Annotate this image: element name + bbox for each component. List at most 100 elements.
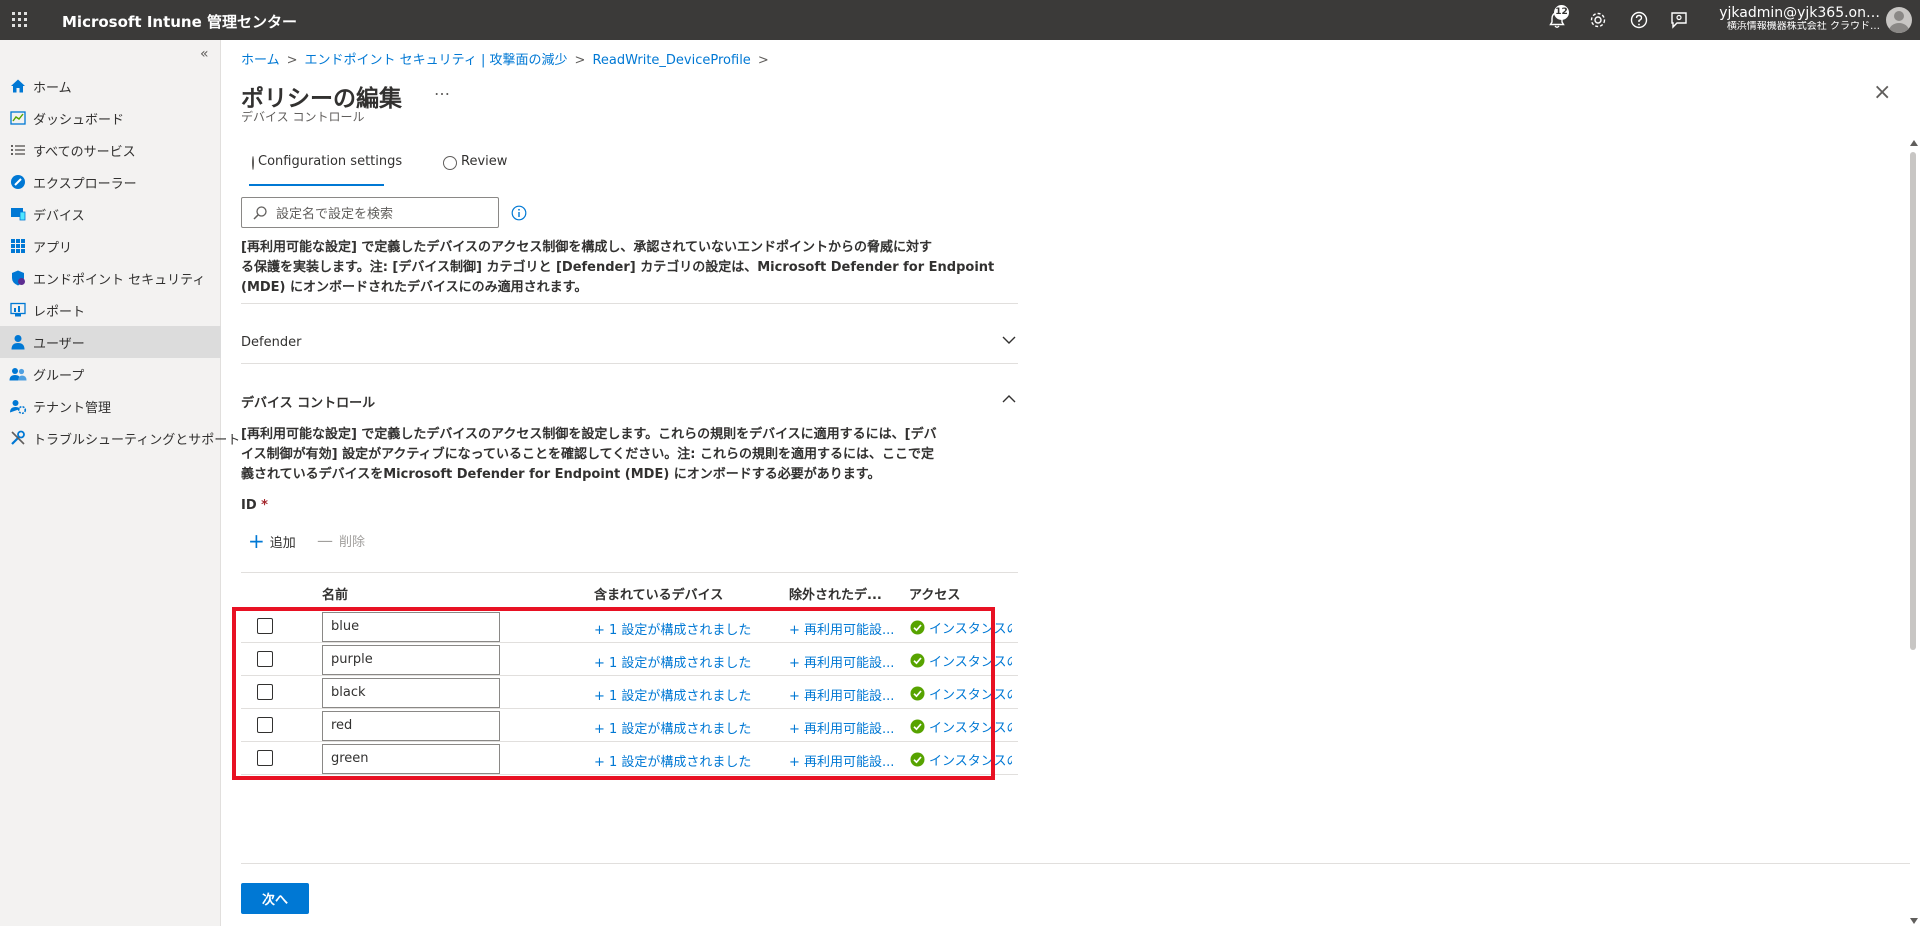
tab-configuration-settings[interactable]: Configuration settings bbox=[249, 154, 402, 186]
breadcrumb-profile[interactable]: ReadWrite_DeviceProfile bbox=[592, 53, 750, 68]
app-launcher-icon[interactable] bbox=[12, 12, 28, 28]
id-field-label: ID * bbox=[241, 498, 268, 513]
sidebar-item-tenant-admin[interactable]: テナント管理 bbox=[0, 390, 221, 422]
sidebar-item-label: レポート bbox=[33, 304, 86, 320]
chevron-down-icon bbox=[1000, 331, 1018, 353]
breadcrumb-endpoint-security[interactable]: エンドポイント セキュリティ | 攻撃面の減少 bbox=[305, 53, 568, 68]
device-control-description: [再利用可能な設定] で定義したデバイスのアクセス制御を設定します。これらの規則… bbox=[241, 425, 1021, 485]
top-bar: Microsoft Intune 管理センター 12 yjkadmin@yjk3… bbox=[0, 0, 1920, 40]
sidebar-item-label: エクスプローラー bbox=[33, 176, 137, 192]
sidebar-item-label: テナント管理 bbox=[33, 400, 112, 416]
sidebar-item-dashboard[interactable]: ダッシュボード bbox=[0, 102, 221, 134]
sidebar-item-label: ユーザー bbox=[33, 336, 85, 352]
search-placeholder: 設定名で設定を検索 bbox=[276, 207, 394, 222]
sidebar-item-label: すべてのサービス bbox=[33, 144, 136, 160]
tenant-gear-icon bbox=[9, 397, 27, 415]
tab-label: Configuration settings bbox=[258, 154, 403, 169]
shield-icon bbox=[9, 269, 27, 287]
delete-label: 削除 bbox=[339, 535, 366, 550]
device-icon bbox=[9, 205, 27, 223]
sidebar-item-label: トラブルシューティングとサポート bbox=[33, 432, 241, 448]
apps-grid-icon bbox=[9, 237, 27, 255]
scroll-down-arrow[interactable] bbox=[1910, 918, 1918, 924]
page-subtitle: デバイス コントロール bbox=[241, 110, 365, 124]
sidebar: « ホーム ダッシュボード すべてのサービス エクスプローラー デバイス アプリ… bbox=[0, 40, 240, 926]
highlight-box bbox=[232, 607, 995, 780]
sidebar-item-label: グループ bbox=[33, 368, 85, 384]
main-content: ホーム > エンドポイント セキュリティ | 攻撃面の減少 > ReadWrite_De… bbox=[221, 40, 1920, 926]
delete-button[interactable]: — 削除 bbox=[317, 531, 365, 550]
sidebar-item-groups[interactable]: グループ bbox=[0, 358, 221, 390]
sidebar-item-explorer[interactable]: エクスプローラー bbox=[0, 166, 221, 198]
portal-title[interactable]: Microsoft Intune 管理センター bbox=[62, 11, 297, 32]
sidebar-item-reports[interactable]: レポート bbox=[0, 294, 221, 326]
account-info[interactable]: yjkadmin@yjk365.on… 横浜情報機器株式会社 クラウド… bbox=[1718, 5, 1880, 33]
plus-icon: + bbox=[248, 529, 265, 553]
next-button[interactable]: 次へ bbox=[241, 883, 309, 914]
user-icon bbox=[9, 333, 27, 351]
account-user: yjkadmin@yjk365.on… bbox=[1719, 5, 1880, 21]
tab-review[interactable]: Review bbox=[443, 154, 507, 186]
footer-divider bbox=[241, 863, 1910, 864]
account-org: 横浜情報機器株式会社 クラウド… bbox=[1726, 21, 1880, 33]
notification-count-badge: 12 bbox=[1554, 5, 1569, 20]
feedback-icon[interactable] bbox=[1668, 9, 1690, 31]
more-options-icon[interactable]: … bbox=[434, 80, 450, 99]
help-question-icon[interactable] bbox=[1628, 9, 1650, 31]
settings-search-input[interactable]: 設定名で設定を検索 bbox=[241, 197, 499, 228]
sidebar-item-label: ホーム bbox=[33, 80, 72, 96]
id-label-text: ID bbox=[241, 498, 257, 513]
col-header-access[interactable]: アクセス bbox=[909, 584, 960, 603]
dashboard-icon bbox=[9, 109, 27, 127]
close-icon[interactable]: × bbox=[1873, 80, 1891, 105]
col-header-name[interactable]: 名前 bbox=[322, 584, 348, 603]
desc-line: 義されているデバイスをMicrosoft Defender for Endpoi… bbox=[241, 467, 881, 482]
col-header-included[interactable]: 含まれているデバイス bbox=[594, 584, 723, 603]
divider bbox=[241, 363, 1018, 364]
intro-line: (MDE) にオンボードされたデバイスにのみ適用されます。 bbox=[241, 280, 588, 295]
required-marker: * bbox=[261, 498, 268, 513]
section-defender-header[interactable]: Defender bbox=[241, 327, 1018, 357]
sidebar-item-all-services[interactable]: すべてのサービス bbox=[0, 134, 221, 166]
divider bbox=[241, 303, 1018, 304]
home-icon bbox=[9, 77, 27, 95]
wrench-icon bbox=[9, 429, 27, 447]
settings-gear-icon[interactable] bbox=[1587, 9, 1609, 31]
section-device-control-header[interactable]: デバイス コントロール bbox=[241, 386, 1018, 416]
search-icon bbox=[253, 205, 267, 220]
intro-line: る保護を実装します。注: [デバイス制御] カテゴリと [Defender] カ… bbox=[241, 260, 995, 275]
step-radio-icon bbox=[443, 156, 457, 170]
intro-description: [再利用可能な設定] で定義したデバイスのアクセス制御を構成し、承認されていない… bbox=[241, 238, 1021, 298]
add-button[interactable]: + 追加 bbox=[248, 531, 296, 551]
sidebar-item-devices[interactable]: デバイス bbox=[0, 198, 221, 230]
sidebar-item-home[interactable]: ホーム bbox=[0, 70, 221, 102]
vertical-scrollbar[interactable] bbox=[1910, 152, 1916, 650]
explorer-icon bbox=[9, 173, 27, 191]
minus-icon: — bbox=[317, 531, 333, 550]
sidebar-item-troubleshooting[interactable]: トラブルシューティングとサポート bbox=[0, 422, 240, 454]
sidebar-item-label: ダッシュボード bbox=[33, 112, 125, 128]
avatar[interactable] bbox=[1886, 7, 1912, 33]
section-defender-title: Defender bbox=[241, 334, 302, 350]
sidebar-item-users[interactable]: ユーザー bbox=[0, 326, 221, 358]
sidebar-item-label: エンドポイント セキュリティ bbox=[33, 272, 206, 288]
info-icon[interactable] bbox=[511, 205, 527, 221]
list-icon bbox=[9, 141, 27, 159]
scroll-up-arrow[interactable] bbox=[1910, 140, 1918, 146]
tab-label: Review bbox=[461, 154, 508, 169]
sidebar-item-label: デバイス bbox=[33, 208, 85, 224]
col-header-excluded[interactable]: 除外されたデ... bbox=[789, 584, 882, 603]
sidebar-item-apps[interactable]: アプリ bbox=[0, 230, 221, 262]
report-icon bbox=[9, 301, 27, 319]
add-label: 追加 bbox=[269, 535, 296, 551]
table-header: 名前 含まれているデバイス 除外されたデ... アクセス bbox=[241, 572, 1018, 610]
chevron-up-icon bbox=[1000, 390, 1018, 412]
group-icon bbox=[9, 365, 27, 383]
section-device-control-title: デバイス コントロール bbox=[241, 395, 376, 411]
collapse-sidebar-icon[interactable]: « bbox=[200, 46, 209, 62]
intro-line: [再利用可能な設定] で定義したデバイスのアクセス制御を構成し、承認されていない… bbox=[241, 240, 932, 255]
breadcrumb-home[interactable]: ホーム bbox=[241, 53, 280, 68]
sidebar-item-label: アプリ bbox=[33, 240, 73, 256]
desc-line: [再利用可能な設定] で定義したデバイスのアクセス制御を設定します。これらの規則… bbox=[241, 427, 937, 442]
sidebar-item-endpoint-security[interactable]: エンドポイント セキュリティ bbox=[0, 262, 221, 294]
